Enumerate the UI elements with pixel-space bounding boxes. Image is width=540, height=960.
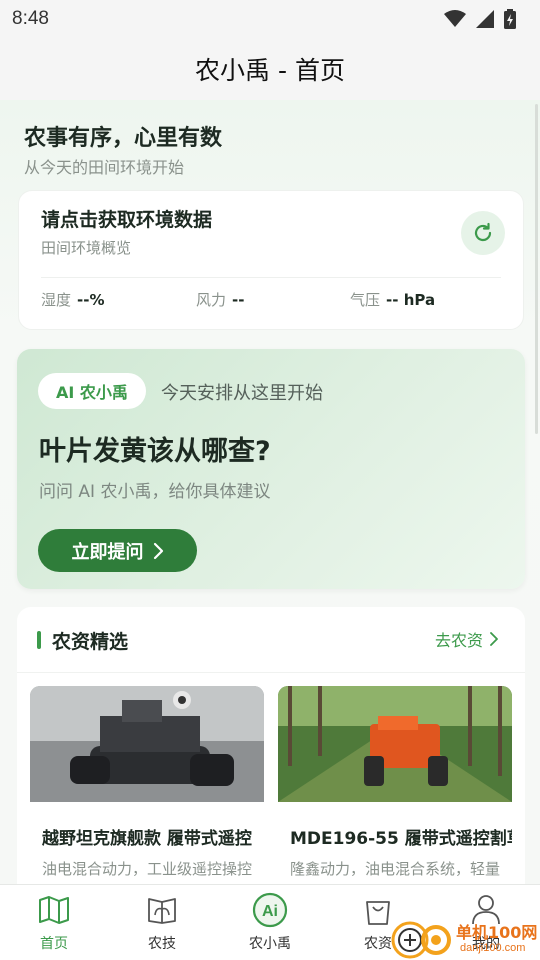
section-accent-bar	[37, 631, 41, 649]
product-name: MDE196-55 履带式遥控割草	[290, 829, 512, 849]
product-card[interactable]: 越野坦克旗舰款 履带式遥控 油电混合动力，工业级遥控操控	[30, 686, 264, 884]
product-image-tank-robot	[30, 686, 264, 802]
humidity-stat: 湿度 --%	[41, 289, 105, 310]
humidity-label: 湿度	[41, 291, 72, 309]
pressure-label: 气压	[350, 291, 381, 309]
product-description: 油电混合动力，工业级遥控操控	[42, 860, 253, 878]
status-bar: 8:48	[0, 0, 540, 38]
ask-now-label: 立即提问	[71, 541, 144, 563]
nav-item-label: 农技	[148, 936, 176, 952]
signal-icon	[476, 10, 494, 28]
product-name: 越野坦克旗舰款 履带式遥控	[42, 829, 252, 849]
app-header: 农小禹 - 首页	[0, 38, 540, 100]
home-content[interactable]: 农事有序，心里有数 从今天的田间环境开始 请点击获取环境数据 田间环境概览 湿度…	[0, 100, 540, 884]
section-title: 农资精选	[52, 631, 129, 653]
divider	[17, 672, 525, 673]
ai-question: 叶片发黄该从哪查?	[39, 436, 271, 467]
status-time: 8:48	[12, 8, 49, 29]
wind-stat: 风力 --	[196, 289, 244, 310]
product-description: 隆鑫动力，油电混合系统，轻量	[290, 860, 501, 878]
go-to-supplies-label: 去农资	[434, 631, 483, 650]
go-to-supplies-link[interactable]: 去农资	[435, 627, 499, 651]
chevron-right-icon	[490, 632, 498, 646]
hero-title: 农事有序，心里有数	[24, 126, 223, 151]
refresh-icon	[474, 222, 492, 242]
watermark: 单机100网 danji100.com	[388, 916, 538, 960]
scrollbar[interactable]	[535, 104, 538, 434]
ask-now-button[interactable]: 立即提问	[38, 529, 197, 572]
ai-assistant-card[interactable]: AI 农小禹 今天安排从这里开始 叶片发黄该从哪查? 问问 AI 农小禹，给你具…	[17, 349, 525, 589]
environment-card-subtitle: 田间环境概览	[41, 239, 132, 257]
divider	[41, 277, 501, 278]
nav-item-label: 首页	[40, 936, 68, 952]
humidity-value: --%	[77, 291, 105, 309]
wind-value: --	[232, 291, 245, 309]
pressure-stat: 气压 -- hPa	[350, 289, 435, 310]
product-card[interactable]: MDE196-55 履带式遥控割草 隆鑫动力，油电混合系统，轻量	[278, 686, 512, 884]
product-image-lawn-mower	[278, 686, 512, 802]
book-leaf-icon	[148, 898, 176, 924]
nav-item-agritech[interactable]: 农技	[108, 893, 216, 957]
wifi-icon	[444, 10, 466, 27]
map-icon	[39, 896, 69, 924]
environment-card[interactable]: 请点击获取环境数据 田间环境概览 湿度 --% 风力 -- 气压 -- hPa	[18, 190, 524, 330]
page-title: 农小禹 - 首页	[195, 56, 345, 85]
watermark-title: 单机100网	[456, 923, 538, 942]
nav-item-label: 农小禹	[249, 936, 291, 952]
refresh-button[interactable]	[461, 211, 505, 255]
environment-card-title: 请点击获取环境数据	[41, 209, 213, 231]
ai-hint: 问问 AI 农小禹，给你具体建议	[39, 482, 271, 502]
ai-icon: Ai	[252, 892, 288, 928]
watermark-url: danji100.com	[460, 942, 526, 954]
battery-icon	[504, 9, 516, 29]
chevron-right-icon	[153, 542, 163, 559]
ai-tagline: 今天安排从这里开始	[161, 383, 323, 404]
featured-supplies-section: 农资精选 去农资 越野坦克旗舰款 履带式遥控 油电混合动力，工业级遥控操控 MD…	[17, 607, 525, 884]
pressure-value: -- hPa	[386, 291, 436, 309]
nav-item-ai[interactable]: Ai 农小禹	[216, 892, 324, 957]
nav-item-home[interactable]: 首页	[0, 893, 108, 957]
environment-stats: 湿度 --% 风力 -- 气压 -- hPa	[41, 289, 511, 313]
wind-label: 风力	[196, 291, 227, 309]
hero-subtitle: 从今天的田间环境开始	[24, 158, 185, 177]
svg-text:Ai: Ai	[262, 903, 278, 920]
ai-badge: AI 农小禹	[38, 373, 146, 409]
status-icons	[444, 9, 516, 29]
